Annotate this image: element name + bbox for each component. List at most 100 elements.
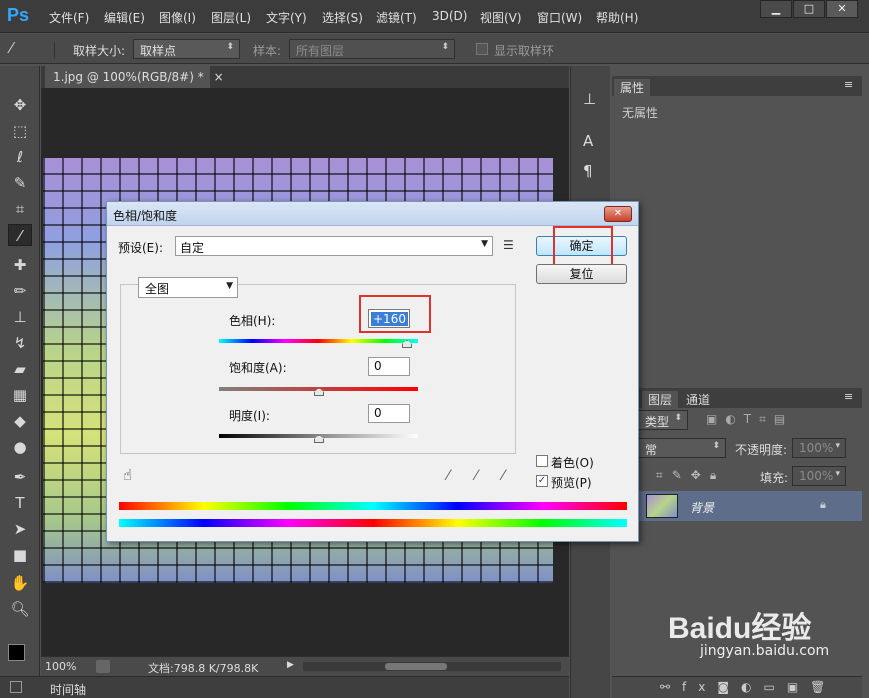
- character-panel-icon[interactable]: A: [583, 132, 593, 150]
- sample-size-select[interactable]: 取样点 ⬍: [133, 39, 240, 59]
- watermark-url: jingyan.baidu.com: [700, 643, 830, 659]
- preset-label: 预设(E):: [118, 241, 163, 255]
- pen-tool-icon[interactable]: ✒: [8, 466, 32, 488]
- menu-type[interactable]: 文字(Y): [266, 9, 307, 26]
- menu-edit[interactable]: 编辑(E): [104, 9, 145, 26]
- crop-tool-icon[interactable]: ⌗: [8, 198, 32, 220]
- opacity-field[interactable]: 100% ▾: [792, 438, 846, 458]
- document-title: 1.jpg @ 100%(RGB/8#) *: [53, 70, 204, 84]
- marquee-tool-icon[interactable]: ⬚: [8, 120, 32, 142]
- menu-select[interactable]: 选择(S): [322, 9, 363, 26]
- layers-footer: ⚯fx◙◐▭▣🗑︎: [612, 676, 862, 698]
- eyedropper-tool-icon[interactable]: ⁄: [8, 224, 32, 246]
- layer-filter-icons[interactable]: ▣◐T⌗▤: [706, 412, 793, 427]
- dialog-title-bar[interactable]: 色相/饱和度 ✕: [107, 202, 638, 226]
- fill-label: 填充:: [760, 471, 789, 485]
- zoom-level[interactable]: 100%: [45, 660, 76, 673]
- gradient-tool-icon[interactable]: ▦: [8, 384, 32, 406]
- tab-channels[interactable]: 通道: [680, 391, 716, 408]
- adjustment-group: [120, 284, 516, 454]
- scrollbar-thumb[interactable]: [385, 663, 447, 670]
- status-menu-icon[interactable]: [96, 660, 110, 673]
- preview-checkbox[interactable]: ✓: [536, 475, 548, 487]
- menu-help[interactable]: 帮助(H): [596, 9, 638, 26]
- timeline-toggle-icon[interactable]: [10, 681, 22, 693]
- menu-3d[interactable]: 3D(D): [432, 9, 467, 23]
- minimize-button[interactable]: ▁: [760, 0, 792, 18]
- move-tool-icon[interactable]: ✥: [8, 94, 32, 116]
- eyedropper-minus-icon[interactable]: ⁄: [502, 468, 504, 484]
- zoom-tool-icon[interactable]: 🔍︎: [8, 598, 32, 620]
- blend-mode-value: 常: [645, 443, 658, 457]
- close-window-button[interactable]: ✕: [826, 0, 858, 18]
- menu-file[interactable]: 文件(F): [49, 9, 89, 26]
- preset-select[interactable]: 自定 ▼: [175, 236, 493, 256]
- targeted-adjust-hand-icon[interactable]: ☝: [123, 466, 132, 484]
- eyedropper-tool-icon[interactable]: ⁄: [10, 39, 13, 57]
- preset-options-icon[interactable]: ☰: [503, 238, 514, 252]
- dodge-tool-icon[interactable]: ●: [8, 436, 32, 458]
- close-tab-icon[interactable]: ×: [214, 70, 224, 84]
- tools-panel: ✥ ⬚ ℓ ✎ ⌗ ⁄ ✚ ✏ ⊥ ↯ ▰ ▦ ◆ ● ✒ T ➤ ■ ✋ 🔍︎…: [0, 66, 40, 698]
- layer-footer-icons[interactable]: ⚯fx◙◐▭▣🗑︎: [660, 680, 837, 694]
- path-select-tool-icon[interactable]: ➤: [8, 518, 32, 540]
- shape-tool-icon[interactable]: ■: [8, 544, 32, 566]
- hue-slider-track[interactable]: [219, 339, 418, 343]
- dialog-close-button[interactable]: ✕: [604, 206, 632, 222]
- foreground-color-swatch[interactable]: [8, 644, 25, 661]
- menu-layer[interactable]: 图层(L): [211, 9, 251, 26]
- layer-name[interactable]: 背景: [690, 499, 714, 516]
- clone-source-icon[interactable]: ⊥: [583, 90, 596, 108]
- channel-select[interactable]: 全图 ▼: [138, 277, 238, 298]
- preview-label: 预览(P): [551, 476, 592, 490]
- eraser-tool-icon[interactable]: ▰: [8, 358, 32, 380]
- eyedropper-plus-icon[interactable]: ⁄: [475, 468, 477, 484]
- sample-size-label: 取样大小:: [73, 44, 126, 58]
- highlight-box-ok: [553, 226, 613, 268]
- menu-filter[interactable]: 滤镜(T): [376, 9, 417, 26]
- saturation-label: 饱和度(A):: [229, 361, 287, 375]
- menu-view[interactable]: 视图(V): [480, 9, 522, 26]
- quick-select-tool-icon[interactable]: ✎: [8, 172, 32, 194]
- blur-tool-icon[interactable]: ◆: [8, 410, 32, 432]
- eyedropper-icon[interactable]: ⁄: [447, 468, 449, 484]
- timeline-label[interactable]: 时间轴: [50, 681, 86, 698]
- layer-filter-select[interactable]: 类型 ⬍: [638, 410, 688, 430]
- history-brush-tool-icon[interactable]: ↯: [8, 332, 32, 354]
- sample-value: 所有图层: [296, 44, 345, 58]
- blend-mode-select[interactable]: 常 ⬍: [638, 438, 726, 458]
- lasso-tool-icon[interactable]: ℓ: [8, 146, 32, 168]
- panel-menu-icon[interactable]: ≡: [844, 390, 853, 403]
- lock-icons[interactable]: ⌗✎✥🔒︎: [656, 468, 725, 483]
- menu-image[interactable]: 图像(I): [159, 9, 196, 26]
- clone-stamp-tool-icon[interactable]: ⊥: [8, 306, 32, 328]
- healing-brush-tool-icon[interactable]: ✚: [8, 254, 32, 276]
- layer-filter-value: 类型: [645, 415, 670, 429]
- tab-layers[interactable]: 图层: [642, 391, 679, 408]
- colorize-checkbox[interactable]: [536, 455, 548, 467]
- status-bar: 100% 文档:798.8 K/798.8K ▶: [41, 656, 569, 676]
- play-arrow-icon[interactable]: ▶: [287, 660, 294, 670]
- lightness-field[interactable]: 0: [368, 404, 410, 423]
- document-tab[interactable]: 1.jpg @ 100%(RGB/8#) * ×: [45, 66, 224, 88]
- panel-menu-icon[interactable]: ≡: [844, 78, 853, 91]
- paragraph-panel-icon[interactable]: ¶: [583, 162, 593, 180]
- dialog-title: 色相/饱和度: [113, 209, 178, 223]
- brush-tool-icon[interactable]: ✏: [8, 280, 32, 302]
- maximize-button[interactable]: □: [793, 0, 825, 18]
- show-ring-checkbox[interactable]: [476, 43, 488, 55]
- updown-icon: ⬍: [712, 441, 720, 451]
- sample-select[interactable]: 所有图层 ⬍: [289, 39, 455, 59]
- hand-tool-icon[interactable]: ✋: [8, 572, 32, 594]
- reset-button[interactable]: 复位: [536, 264, 627, 284]
- fill-field[interactable]: 100% ▾: [792, 466, 846, 486]
- tab-properties[interactable]: 属性: [614, 79, 651, 96]
- horizontal-scrollbar[interactable]: [303, 662, 561, 671]
- type-tool-icon[interactable]: T: [8, 492, 32, 514]
- preset-value: 自定: [180, 241, 205, 255]
- chevron-down-icon: ▾: [835, 441, 840, 451]
- layer-row-background[interactable]: 背景 🔒︎: [612, 491, 862, 521]
- saturation-field[interactable]: 0: [368, 357, 410, 376]
- options-bar: ⁄ 取样大小: 取样点 ⬍ 样本: 所有图层 ⬍ 显示取样环: [0, 34, 869, 64]
- menu-window[interactable]: 窗口(W): [537, 9, 582, 26]
